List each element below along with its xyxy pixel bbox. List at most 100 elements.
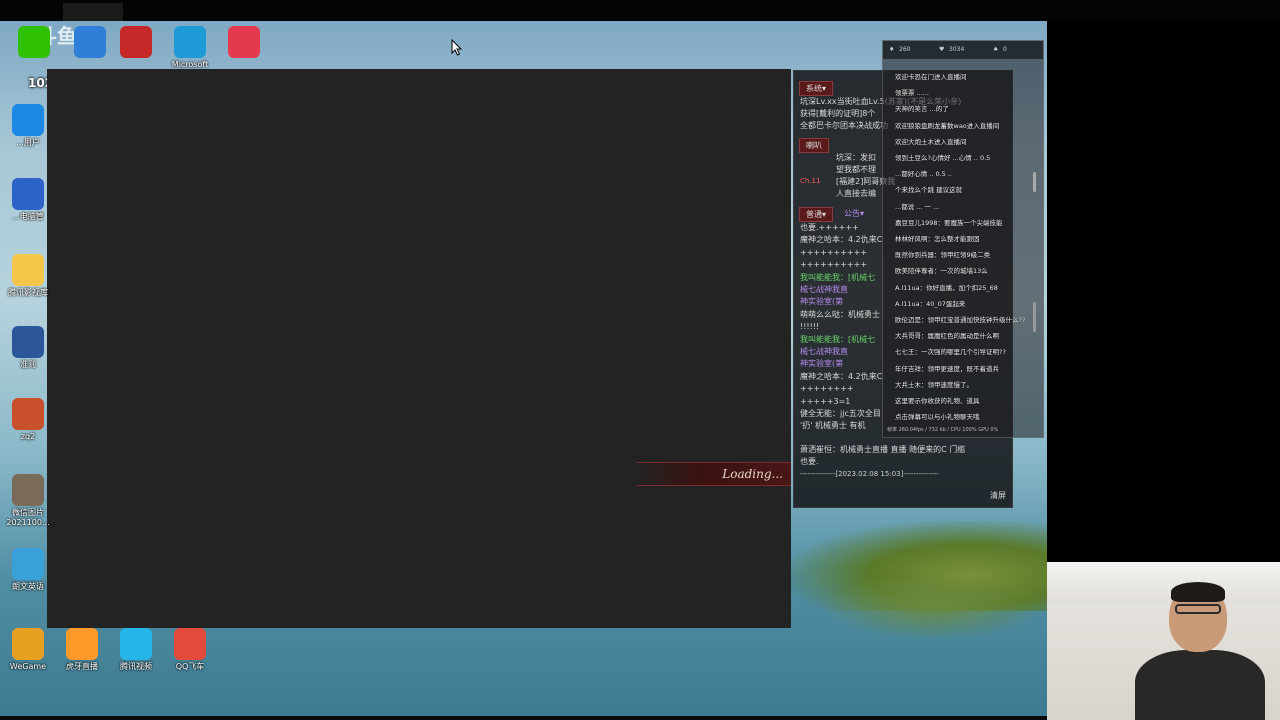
chat-message: 魔神之哈本：4.2仇来C [800, 371, 883, 381]
shortcut-label: zq2 [20, 432, 36, 441]
desktop-top-shortcut[interactable] [216, 26, 272, 60]
shortcut-label: 微信图片 2021100... [6, 508, 50, 527]
stat-gifts: 0 [1003, 46, 1007, 53]
chat-timestamp: --------------[2023.02.08 15:03]--------… [800, 470, 939, 478]
shortcut-label: QQ飞车 [175, 662, 205, 671]
desktop-bottom-shortcut[interactable]: QQ飞车 [162, 628, 218, 672]
book-app-icon [228, 26, 260, 58]
chat-message: 健全无能：jjc五次全目 [800, 409, 881, 418]
danmaku-message: 个来找么个跳 建议这就 [895, 186, 963, 195]
chat-message: 械七战神我直 [800, 285, 848, 294]
screen: 斗鱼 10265541 Loading... 系统▾ 坑深Lv.xx当街吐血Lv… [0, 0, 1280, 720]
chat-final-line: 萧洒崔恒：机械勇士直播 直播 随便来的C 门槛 [800, 445, 966, 454]
danmaku-message: 既然你到兵器：领甲红领9级二类 [895, 251, 991, 260]
danmaku-message: A.l11ua：你好直播，加个扣25_68 [895, 283, 998, 292]
edge-icon [174, 26, 206, 58]
danmaku-message: 欧伦迈是：领甲红宝普通加快技钟升级什么?? [895, 316, 1026, 324]
tab-speaker[interactable]: 喇叭 [799, 138, 829, 153]
desktop-bottom-shortcut[interactable]: 腾讯视频 [108, 628, 164, 672]
desktop-left-shortcut[interactable]: ...用户 [0, 104, 56, 148]
window-tab[interactable] [63, 3, 123, 21]
danmaku-message: 天神的笑言 ...的了 [895, 105, 949, 114]
danmaku-message: 欢迎大炮土木进入直播间 [895, 137, 967, 146]
wechat-icon [18, 26, 50, 58]
bottom-strip [0, 716, 1047, 720]
word-doc-icon [12, 326, 44, 358]
stream-footer: 帧率 260.04fps / 732 kb / CPU 100% GPU 0% [887, 427, 999, 433]
gift-icon: ♠ [993, 46, 999, 53]
speaker-message: 人直接去编 [836, 189, 876, 198]
longman-icon [12, 548, 44, 580]
loading-bar: Loading... [636, 462, 791, 486]
danmaku-message: 领票票 ...... [895, 89, 929, 98]
desktop-left-shortcut[interactable]: 准则 [0, 326, 56, 370]
desktop-left-shortcut[interactable]: 腾讯影视库 [0, 254, 56, 298]
loading-text: Loading... [722, 467, 783, 481]
wallpaper-hill [820, 581, 1047, 641]
desktop-top-shortcut[interactable] [6, 26, 62, 60]
streamer-body [1135, 650, 1265, 720]
danmaku-message: 七七王：一次强的哪里几个引导证明?? [895, 348, 1006, 357]
webcam-feed [1047, 562, 1280, 720]
danmaku-panel: ♦ 260 ♥ 3034 ♠ 0 欢迎卡恐在门进入直播间 领票票 ...... 天神… [882, 40, 1044, 438]
stat-likes: 3034 [949, 46, 965, 53]
speaker-message: 坑深：发扣 [836, 153, 876, 162]
tab-normal[interactable]: 普通▾ [799, 207, 834, 222]
shortcut-label: 准则 [20, 360, 36, 369]
danmaku-message: 欢迎卡恐在门进入直播间 [895, 73, 967, 81]
image-file-icon [12, 474, 44, 506]
danmaku-message: 领到土豆么?心情好 ...心情 .. 0.5 [895, 154, 991, 162]
shortcut-label: ...用户 [16, 138, 40, 147]
tab-announce[interactable]: 公告▾ [844, 209, 864, 219]
danmaku-message: 嘉豆豆儿1998：要魔族一个尖端技能 [895, 218, 1003, 227]
chat-message: 神实验室(第 [800, 359, 844, 369]
danmaku-message: ...都说 ... 一 ... [895, 202, 940, 211]
chat-message: 械七战神我直 [800, 347, 848, 356]
desktop-bottom-shortcut[interactable]: WeGame [0, 628, 56, 672]
edge-legacy-icon [74, 26, 106, 58]
danmaku-message: 大兵哥哥：属魔红色的属动是什么啊 [895, 332, 999, 341]
chat-message: 我叫能能我：[机械七 [800, 272, 876, 282]
game-window[interactable] [47, 69, 791, 628]
desktop-top-shortcut[interactable]: Microsoft [162, 26, 218, 70]
stat-viewers: 260 [899, 46, 911, 53]
clear-chat-button[interactable]: 清屏 [990, 490, 1006, 501]
system-message: 获得[戴利的证明]8个 [800, 109, 876, 118]
tab-system[interactable]: 系统▾ [799, 81, 834, 96]
desktop-left-shortcut[interactable]: ...电脑管 [0, 178, 56, 222]
streamer-hair [1171, 582, 1225, 602]
heart-icon: ♥ [939, 46, 945, 53]
desktop-top-shortcut[interactable] [108, 26, 164, 60]
red-app-icon [120, 26, 152, 58]
chat-message: 神实验室(第 [800, 297, 844, 307]
danmaku-message: 点击弹幕可以与小礼物聊天哦 [895, 413, 980, 422]
chat-scrollbar[interactable] [1033, 302, 1036, 332]
danmaku-message: ...都好心情 .. 0.5 .. [895, 170, 952, 179]
desktop-left-shortcut[interactable]: 朗文英语 [0, 548, 56, 592]
danmaku-message: 大兵土木：领甲速度慢了。 [895, 380, 973, 389]
chat-message: !!!!!! [800, 322, 820, 332]
blue-doc-icon [12, 104, 44, 136]
level-badge: Ch.11 [800, 177, 821, 185]
desktop-bottom-shortcut[interactable]: 虎牙直播 [54, 628, 110, 672]
right-black-area [1047, 21, 1280, 562]
danmaku-message: A.l11ua：40_07蛋起来 [895, 299, 966, 308]
speaker-message: 望我都不理 [836, 165, 876, 174]
danmaku-message: 欧美陪伴尊者：一次的城墙13么 [895, 267, 988, 276]
shortcut-label: 腾讯视频 [120, 662, 152, 671]
tencent-video-icon [120, 628, 152, 660]
chat-scrollbar[interactable] [1033, 172, 1036, 192]
danmaku-message: 林林好风啊：怎么整才能跟固 [895, 235, 980, 243]
chat-message: 也要.++++++ [800, 223, 859, 232]
chat-message: 魔神之哈本：4.2仇来C [800, 235, 883, 245]
chat-message: 我叫能能我：[机械七 [800, 334, 876, 344]
chat-message: 萌萌么么哒：机械勇士 [800, 309, 880, 319]
desktop-left-shortcut[interactable]: 微信图片 2021100... [0, 474, 56, 528]
shortcut-label: 虎牙直播 [66, 662, 98, 671]
game-cover-icon [12, 398, 44, 430]
chat-message: '扔' 机械勇士 有机 [800, 421, 866, 431]
danmaku-message: 这里要示你收获的礼物、道具 [895, 397, 980, 405]
webcam-background [1047, 562, 1280, 602]
desktop-left-shortcut[interactable]: zq2 [0, 398, 56, 442]
danmaku-message: 欢迎狼狼盘刷龙蓄数wao进入直播间 [895, 121, 1000, 130]
